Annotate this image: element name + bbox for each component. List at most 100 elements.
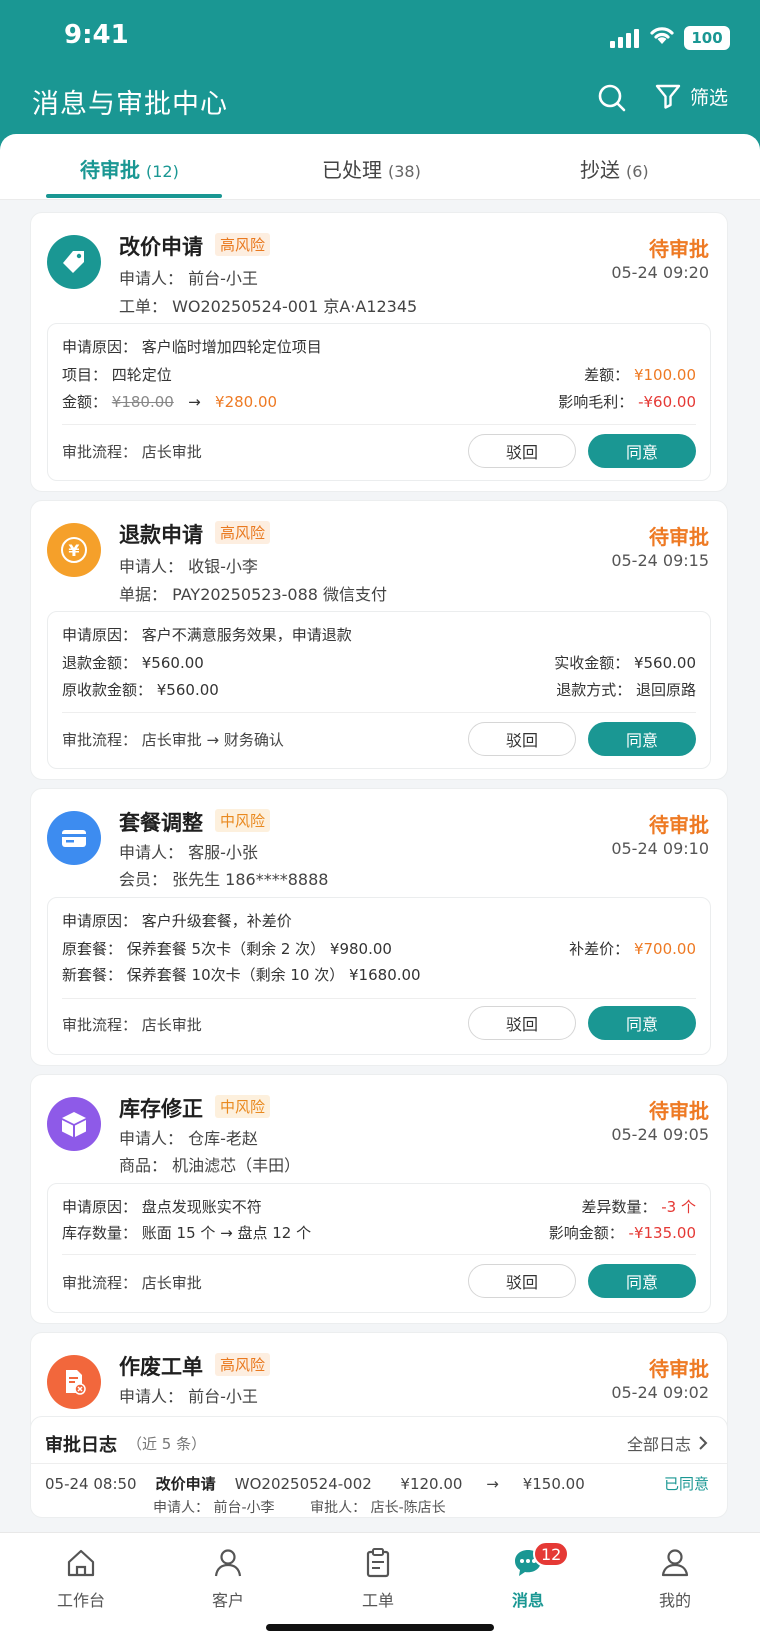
tab-count: (38) — [388, 162, 421, 181]
original-amount: 原收款金额： ¥560.00 — [62, 681, 219, 699]
app-header: 9:41 100 消息与审批中心 筛选 — [0, 0, 760, 150]
card-title: 退款申请 — [119, 523, 203, 547]
nav-messages[interactable]: 12 消息 — [483, 1541, 573, 1611]
home-icon — [67, 1549, 95, 1577]
void-document-icon — [47, 1355, 101, 1409]
approval-card[interactable]: 改价申请 高风险 待审批 05-24 09:20 申请人： 前台-小王 工单： … — [30, 212, 728, 492]
divider — [62, 1254, 696, 1255]
yuan-icon: ¥ — [47, 523, 101, 577]
nav-label: 工单 — [361, 1591, 394, 1610]
wifi-icon — [650, 27, 674, 44]
divider — [62, 424, 696, 425]
approval-card[interactable]: 库存修正 中风险 待审批 05-24 09:05 申请人： 仓库-老赵 商品： … — [30, 1074, 728, 1324]
arrow: → — [188, 393, 201, 411]
tab-processed[interactable]: 已处理 (38) — [322, 154, 421, 183]
risk-badge: 高风险 — [215, 233, 271, 256]
original-package: 原套餐： 保养套餐 5次卡（剩余 2 次） ¥980.00 — [62, 940, 392, 958]
log-title: 审批日志 — [45, 1435, 117, 1456]
log-arrow: → — [486, 1475, 499, 1493]
nav-customer[interactable]: 客户 — [183, 1547, 273, 1611]
tab-bar: 待审批 (12) 已处理 (38) 抄送 (6) — [0, 134, 760, 200]
log-subtitle: （近 5 条） — [127, 1435, 207, 1453]
impact-value: -¥135.00 — [628, 1224, 696, 1242]
detail-box: 申请原因： 盘点发现账实不符 差异数量： -3 个 库存数量： 账面 15 个 … — [47, 1183, 711, 1313]
approve-button[interactable]: 同意 — [588, 722, 696, 756]
nav-label: 消息 — [511, 1591, 544, 1610]
amount: 金额： ¥180.00 → ¥280.00 — [62, 391, 277, 412]
risk-badge: 中风险 — [215, 1095, 271, 1118]
amount-label: 金额： — [62, 393, 108, 411]
log-status: 已同意 — [663, 1475, 709, 1493]
log-type: 改价申请 — [155, 1475, 216, 1493]
all-logs-link[interactable]: 全部日志 — [627, 1431, 709, 1455]
tab-count: (12) — [146, 162, 179, 181]
member-info: 会员： 张先生 186****8888 — [119, 870, 329, 889]
search-icon[interactable] — [596, 82, 628, 114]
reason: 申请原因： 客户临时增加四轮定位项目 — [62, 338, 322, 356]
divider — [31, 1463, 727, 1464]
timestamp: 05-24 09:02 — [611, 1383, 709, 1402]
applicant: 申请人： 客服-小张 — [119, 843, 258, 862]
risk-badge: 高风险 — [215, 1353, 271, 1376]
all-logs-label: 全部日志 — [626, 1435, 691, 1454]
divider — [62, 712, 696, 713]
approval-card[interactable]: ¥ 退款申请 高风险 待审批 05-24 09:15 申请人： 收银-小李 单据… — [30, 500, 728, 780]
log-entry[interactable]: 05-24 08:50 改价申请 WO20250524-002 ¥120.00 … — [45, 1473, 585, 1494]
approval-flow: 审批流程： 店长审批 → 财务确认 — [62, 731, 284, 749]
card-title: 改价申请 — [119, 235, 203, 259]
tab-label: 已处理 — [322, 158, 382, 182]
applicant: 申请人： 前台-小王 — [119, 1387, 258, 1406]
nav-mine[interactable]: 我的 — [630, 1547, 720, 1611]
status-text: 待审批 — [649, 1099, 709, 1123]
log-time: 05-24 08:50 — [45, 1475, 137, 1493]
new-package: 新套餐： 保养套餐 10次卡（剩余 10 次） ¥1680.00 — [62, 966, 421, 984]
refund-method: 退款方式： 退回原路 — [556, 681, 696, 699]
tab-cc[interactable]: 抄送 (6) — [580, 154, 649, 183]
log-order: WO20250524-002 — [234, 1475, 372, 1493]
nav-workbench[interactable]: 工作台 — [36, 1547, 126, 1611]
tab-pending[interactable]: 待审批 (12) — [80, 154, 179, 183]
price-difference: 补差价： ¥700.00 — [569, 938, 696, 959]
gp-value: -¥60.00 — [638, 393, 696, 411]
person-icon — [214, 1549, 242, 1577]
log-applicant: 申请人： 前台-小李 — [153, 1500, 275, 1516]
svg-text:¥: ¥ — [68, 541, 79, 560]
status-text: 待审批 — [649, 237, 709, 261]
reject-button[interactable]: 驳回 — [468, 722, 576, 756]
nav-workorder[interactable]: 工单 — [333, 1547, 423, 1611]
filter-button[interactable]: 筛选 — [654, 82, 728, 110]
home-indicator — [266, 1624, 494, 1631]
reject-button[interactable]: 驳回 — [468, 1264, 576, 1298]
tag-icon — [47, 235, 101, 289]
clipboard-icon — [366, 1548, 390, 1578]
order-info: 工单： WO20250524-001 京A·A12345 — [119, 297, 418, 316]
approve-button[interactable]: 同意 — [588, 1264, 696, 1298]
status-time: 9:41 — [64, 20, 129, 50]
reject-button[interactable]: 驳回 — [468, 434, 576, 468]
product-info: 商品： 机油滤芯（丰田） — [119, 1156, 301, 1175]
timestamp: 05-24 09:20 — [611, 263, 709, 282]
reason: 申请原因： 客户升级套餐，补差价 — [62, 912, 292, 930]
timestamp: 05-24 09:15 — [611, 551, 709, 570]
tab-label: 抄送 — [580, 158, 620, 182]
status-text: 待审批 — [649, 1357, 709, 1381]
refund-amount: 退款金额： ¥560.00 — [62, 654, 204, 672]
impact-amount: 影响金额： -¥135.00 — [549, 1222, 696, 1243]
approval-flow: 审批流程： 店长审批 — [62, 1274, 202, 1292]
filter-icon — [655, 84, 681, 109]
filter-label: 筛选 — [690, 86, 729, 109]
diff-value: ¥100.00 — [633, 366, 696, 384]
approval-card[interactable]: 套餐调整 中风险 待审批 05-24 09:10 申请人： 客服-小张 会员： … — [30, 788, 728, 1066]
diff: 差额： ¥100.00 — [584, 364, 696, 385]
log-people: 申请人： 前台-小李 审批人： 店长-陈店长 — [153, 1497, 446, 1517]
timestamp: 05-24 09:05 — [611, 1125, 709, 1144]
approve-button[interactable]: 同意 — [588, 1006, 696, 1040]
approve-button[interactable]: 同意 — [588, 434, 696, 468]
card-icon — [47, 811, 101, 865]
log-approver: 审批人： 店长-陈店长 — [310, 1500, 446, 1516]
impact-label: 影响金额： — [548, 1224, 624, 1242]
reject-button[interactable]: 驳回 — [468, 1006, 576, 1040]
page-title: 消息与审批中心 — [32, 89, 228, 120]
reason: 申请原因： 盘点发现账实不符 — [62, 1198, 262, 1216]
approval-log: 审批日志 （近 5 条） 全部日志 05-24 08:50 改价申请 WO202… — [30, 1416, 728, 1518]
